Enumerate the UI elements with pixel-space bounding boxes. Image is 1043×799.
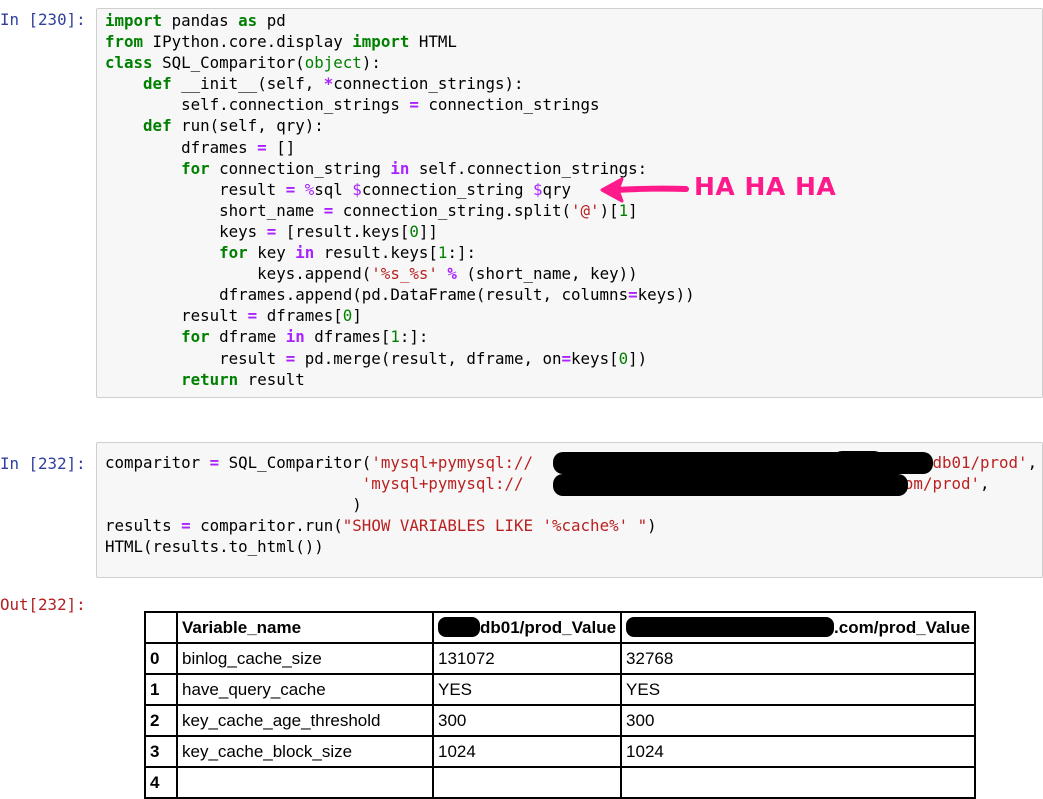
value-2-cell: 300: [620, 704, 977, 737]
column-header-value-2: .com/prod_Value: [620, 611, 977, 644]
table-row: 2 key_cache_age_threshold 300 300: [144, 704, 977, 737]
row-index: 0: [144, 642, 178, 675]
code-cell-2[interactable]: comparitor = SQL_Comparitor('mysql+pymys…: [96, 442, 1043, 578]
table-row: 0 binlog_cache_size 131072 32768: [144, 642, 977, 675]
cell-1-prompt: In [230]:: [0, 10, 86, 29]
row-index: 3: [144, 735, 178, 768]
table-row: 1 have_query_cache YES YES: [144, 673, 977, 706]
row-index: 2: [144, 704, 178, 737]
value-2-cell: 1024: [620, 735, 977, 768]
column-header-variable-name: Variable_name: [176, 611, 434, 644]
value-1-cell: 131072: [431, 642, 623, 675]
value-1-cell: YES: [431, 673, 623, 706]
row-index: 4: [144, 766, 178, 799]
value-2-cell: YES: [620, 673, 977, 706]
code-cell-1[interactable]: import pandas as pd from IPython.core.di…: [96, 8, 1043, 398]
cell-2-prompt: In [232]:: [0, 454, 86, 473]
value-2-cell: [620, 766, 977, 799]
value-2-cell: 32768: [620, 642, 977, 675]
redacted-header-1: [438, 617, 480, 637]
table-header-row: Variable_name db01/prod_Value .com/prod_…: [144, 611, 977, 644]
redacted-header-2: [626, 617, 835, 637]
row-index: 1: [144, 673, 178, 706]
column-header-value-1: db01/prod_Value: [431, 611, 623, 644]
variable-name-cell: binlog_cache_size: [176, 642, 434, 675]
redacted-connection-1b: [831, 451, 885, 473]
redacted-connection-2: [553, 474, 908, 496]
variable-name-cell: [176, 766, 434, 799]
variable-name-cell: key_cache_age_threshold: [176, 704, 434, 737]
index-header: [144, 611, 178, 644]
value-1-cell: 300: [431, 704, 623, 737]
output-prompt: Out[232]:: [0, 595, 86, 614]
arrow-annotation-icon: [600, 177, 689, 203]
table-row: 3 key_cache_block_size 1024 1024: [144, 735, 977, 768]
results-table: Variable_name db01/prod_Value .com/prod_…: [144, 611, 977, 799]
annotation-text: HA HA HA: [694, 172, 837, 201]
variable-name-cell: key_cache_block_size: [176, 735, 434, 768]
variable-name-cell: have_query_cache: [176, 673, 434, 706]
table-row: 4: [144, 766, 977, 799]
value-1-cell: [431, 766, 623, 799]
value-1-cell: 1024: [431, 735, 623, 768]
